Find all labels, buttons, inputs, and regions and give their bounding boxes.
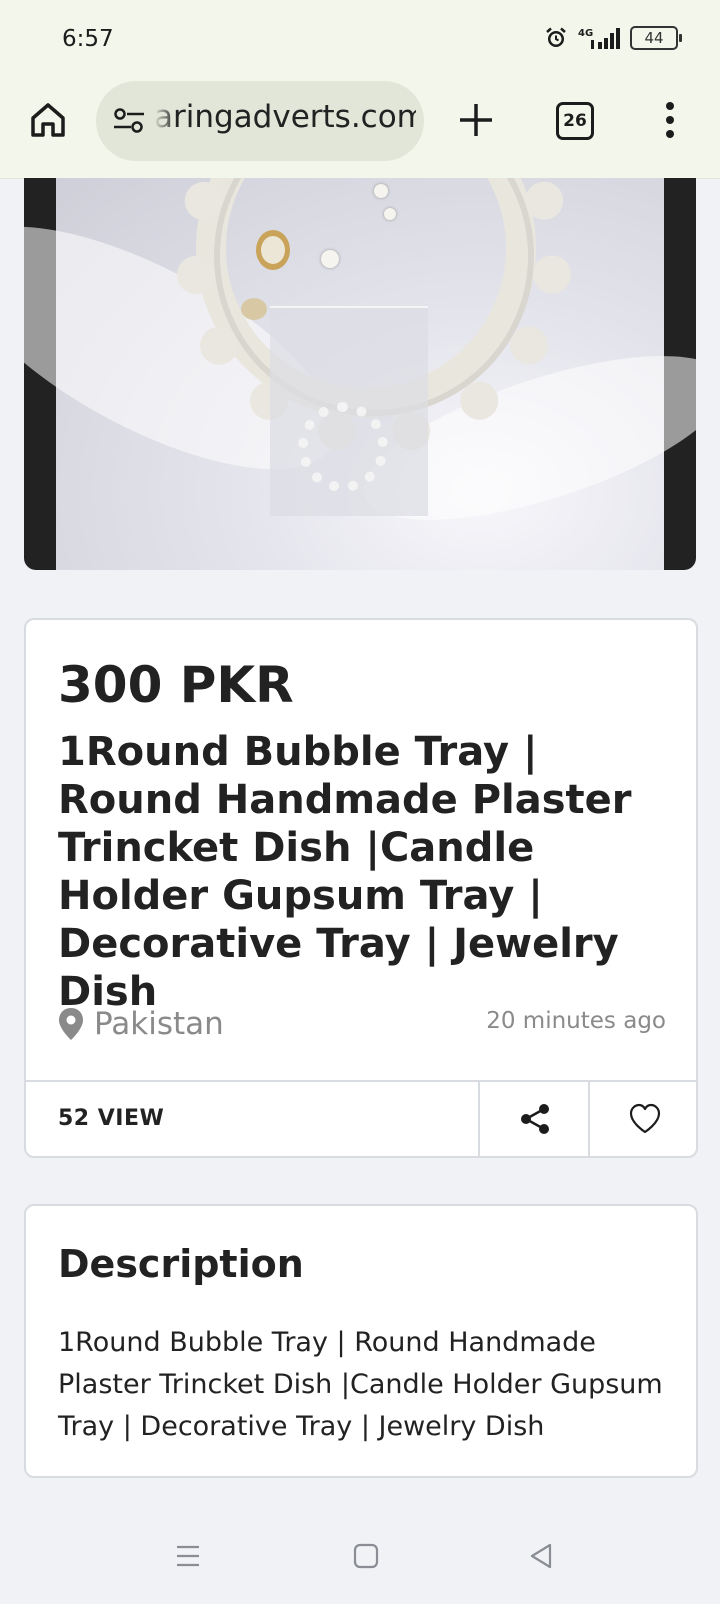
map-pin-icon [59, 1008, 83, 1040]
listing-actions: 52 VIEW [26, 1080, 696, 1158]
home-nav-icon[interactable] [352, 1542, 380, 1570]
image-thumbnail-overlay [270, 306, 428, 516]
share-icon [521, 1104, 549, 1134]
status-time: 6:57 [62, 26, 114, 52]
tune-icon[interactable] [112, 107, 146, 135]
home-icon[interactable] [28, 100, 68, 140]
listing-card: 300 PKR 1Round Bubble Tray | Round Handm… [24, 618, 698, 1158]
posted-time: 20 minutes ago [486, 1008, 666, 1034]
listing-price: 300 PKR [58, 656, 294, 714]
status-icons: 4G 44 [544, 26, 682, 50]
share-button[interactable] [478, 1082, 588, 1158]
view-count: 52 VIEW [58, 1106, 165, 1131]
browser-toolbar: aringadverts.com 26 [0, 80, 720, 162]
heart-icon [629, 1103, 661, 1134]
description-text: 1Round Bubble Tray | Round Handmade Plas… [58, 1327, 663, 1442]
favorite-button[interactable] [588, 1082, 698, 1158]
tab-count-button[interactable]: 26 [556, 102, 594, 140]
description-card: Description 1Round Bubble Tray | Round H… [24, 1204, 698, 1478]
address-bar[interactable]: aringadverts.com [96, 81, 424, 161]
product-image[interactable] [24, 178, 696, 570]
url-text[interactable]: aringadverts.com [154, 99, 416, 135]
alarm-icon [546, 27, 566, 47]
listing-title: 1Round Bubble Tray | Round Handmade Plas… [58, 729, 632, 1015]
svg-text:4G: 4G [578, 28, 593, 39]
recent-apps-icon[interactable] [174, 1542, 202, 1570]
back-icon[interactable] [528, 1542, 556, 1570]
product-photo [24, 178, 696, 570]
system-nav-bar [0, 1512, 720, 1604]
location-text: Pakistan [94, 1006, 224, 1042]
listing-location: Pakistan [58, 1006, 224, 1042]
browser-chrome: 6:57 4G 44 aringadverts.com 26 [0, 0, 720, 179]
signal-icon: 4G [578, 28, 620, 49]
more-vertical-icon[interactable] [660, 100, 680, 140]
battery-indicator: 44 [630, 26, 682, 50]
plus-icon[interactable] [456, 100, 496, 140]
description-heading: Description [58, 1242, 304, 1286]
